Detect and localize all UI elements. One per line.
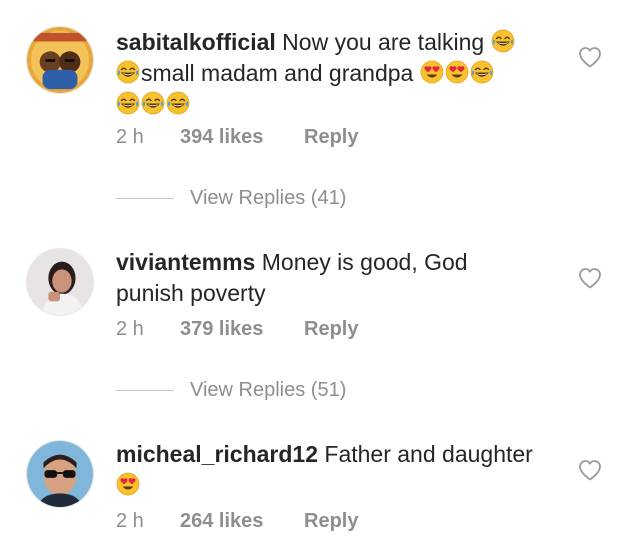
view-replies-button[interactable]: View Replies (51): [116, 377, 346, 403]
tears-of-joy-emoji: [116, 91, 140, 115]
comment-text: micheal_richard12 Father and daughter: [116, 439, 556, 501]
avatar[interactable]: [26, 248, 94, 316]
heart-eyes-emoji: [445, 60, 469, 84]
timestamp: 2 h: [116, 125, 144, 148]
likes-count[interactable]: 264 likes: [180, 510, 304, 533]
avatar[interactable]: [26, 440, 94, 508]
cartoon-avatar: [27, 27, 93, 93]
username[interactable]: micheal_richard12: [116, 441, 318, 467]
avatar[interactable]: [26, 26, 94, 94]
likes-count[interactable]: 394 likes: [180, 126, 304, 149]
view-replies-button[interactable]: View Replies (41): [116, 185, 346, 211]
heart-outline-icon[interactable]: [578, 267, 602, 289]
username[interactable]: sabitalkofficial: [116, 29, 276, 55]
comment-body-cont: small madam and grandpa: [141, 60, 414, 86]
reply-button[interactable]: Reply: [304, 510, 358, 533]
heart-outline-icon[interactable]: [578, 459, 602, 481]
comment-text: viviantemms Money is good, God punish po…: [116, 247, 516, 309]
view-replies-label: View Replies (41): [190, 186, 347, 209]
likes-count[interactable]: 379 likes: [180, 318, 304, 341]
heart-eyes-emoji: [420, 60, 444, 84]
photo-avatar-woman: [27, 249, 93, 315]
username[interactable]: viviantemms: [116, 249, 255, 275]
timestamp: 2 h: [116, 317, 144, 340]
timestamp: 2 h: [116, 509, 144, 532]
heart-eyes-emoji: [116, 472, 140, 496]
tears-of-joy-emoji: [470, 60, 494, 84]
divider: [116, 389, 174, 391]
tears-of-joy-emoji: [141, 91, 165, 115]
comment-body: Now you are talking: [282, 29, 485, 55]
comment-meta: 2 h 264 likes Reply: [116, 508, 358, 534]
comment-body: Father and daughter: [324, 441, 533, 467]
comment-text: sabitalkofficial Now you are talking sma…: [116, 27, 556, 120]
view-replies-label: View Replies (51): [190, 378, 347, 401]
comment-meta: 2 h 394 likes Reply: [116, 124, 358, 150]
comment-meta: 2 h 379 likes Reply: [116, 316, 358, 342]
photo-avatar-man-sunglasses: [27, 441, 93, 507]
reply-button[interactable]: Reply: [304, 318, 358, 341]
tears-of-joy-emoji: [166, 91, 190, 115]
tears-of-joy-emoji: [491, 29, 515, 53]
tears-of-joy-emoji: [116, 60, 140, 84]
divider: [116, 197, 174, 199]
heart-outline-icon[interactable]: [578, 46, 602, 68]
reply-button[interactable]: Reply: [304, 126, 358, 149]
